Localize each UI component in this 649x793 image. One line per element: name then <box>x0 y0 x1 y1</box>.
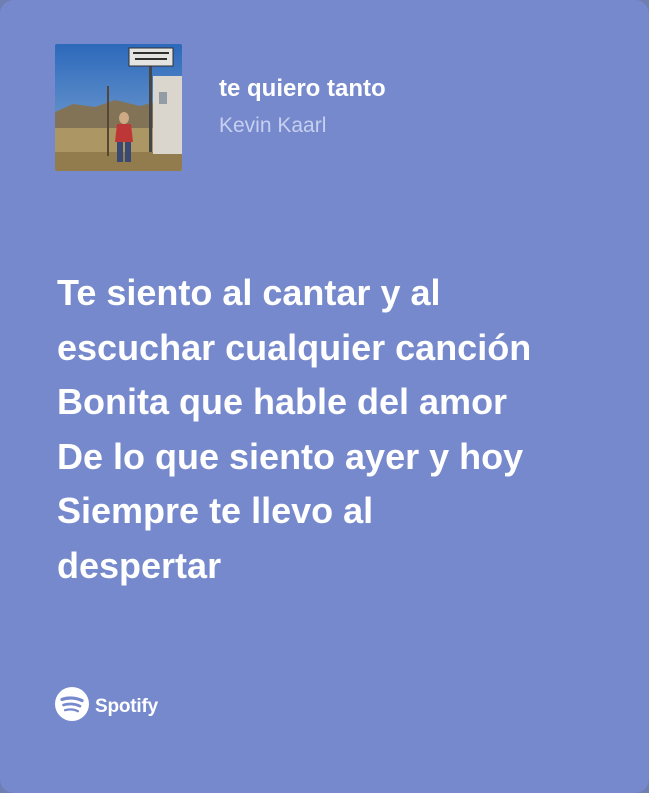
lyric-line: Te siento al cantar y al <box>57 272 441 313</box>
lyric-line: Siempre te llevo al <box>57 490 374 531</box>
spotify-logo-icon <box>55 687 89 726</box>
lyric-line: De lo que siento ayer y hoy <box>57 435 524 477</box>
track-header: te quiero tanto Kevin Kaarl <box>55 44 386 171</box>
song-title[interactable]: te quiero tanto <box>219 75 386 103</box>
track-meta: te quiero tanto Kevin Kaarl <box>219 75 386 139</box>
artist-name[interactable]: Kevin Kaarl <box>219 113 386 139</box>
album-cover-art <box>55 44 182 171</box>
lyrics-share-card: te quiero tanto Kevin Kaarl Te siento al… <box>0 0 649 793</box>
lyric-line: escuchar cualquier canción <box>57 326 532 368</box>
lyric-line: Bonita que hable del amor <box>57 381 508 422</box>
spotify-brand[interactable]: Spotify <box>55 687 158 726</box>
lyric-line: despertar <box>57 544 222 586</box>
album-cover[interactable] <box>55 44 182 171</box>
spotify-wordmark: Spotify <box>95 695 158 717</box>
lyrics-block: Te siento al cantar y al escuchar cualqu… <box>57 266 627 593</box>
